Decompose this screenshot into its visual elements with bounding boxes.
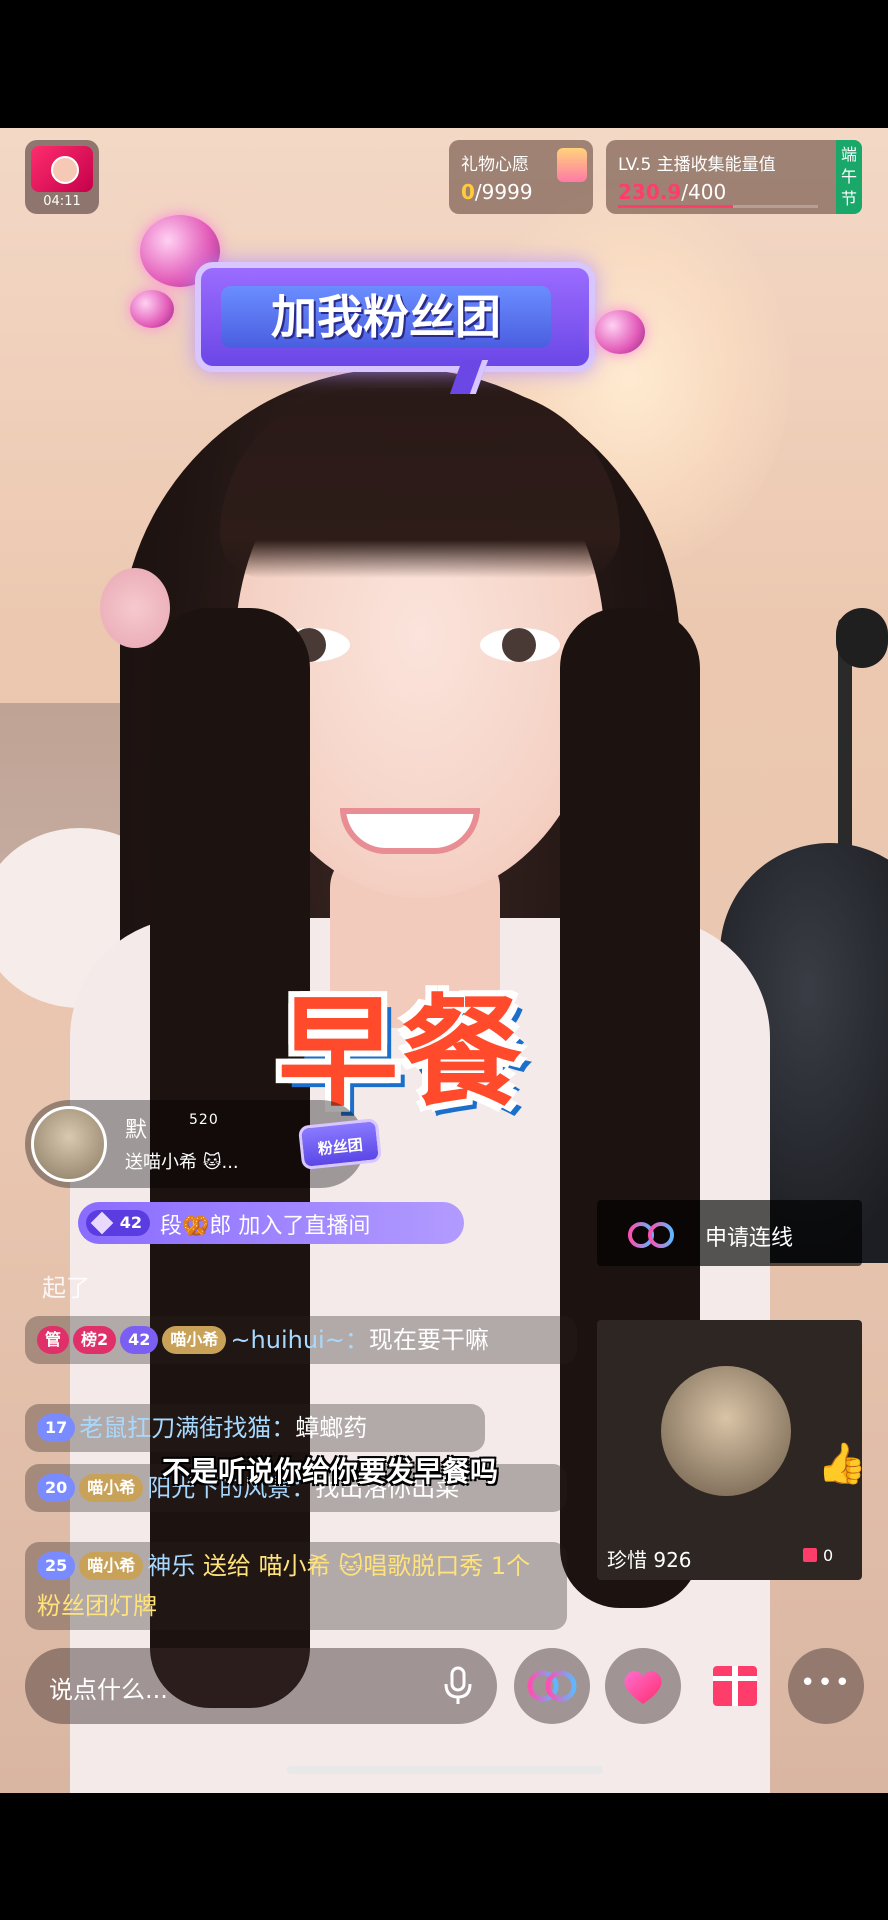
gift-button[interactable]	[697, 1648, 773, 1724]
link-button[interactable]	[514, 1648, 590, 1724]
cohost-avatar	[661, 1366, 791, 1496]
user-level-badge: 25	[37, 1552, 76, 1580]
fan-level-badge: 42	[120, 1326, 159, 1354]
rank-badge: 榜2	[73, 1326, 117, 1354]
join-fan-club-sticker: 加我粉丝团	[195, 262, 595, 394]
fan-club-badge: 喵小希	[162, 1326, 227, 1354]
fan-level-badge: 42	[86, 1210, 150, 1236]
gifter-name: 默	[125, 1118, 148, 1143]
cohost-gift-count: 0	[803, 1546, 833, 1565]
link-icon	[628, 1222, 674, 1248]
apply-link-button[interactable]: 申请连线	[597, 1200, 862, 1266]
chat-username[interactable]: ~huihui~：	[230, 1326, 368, 1354]
live-stream-screen: 04:11 礼物心愿 0/9999 LV.5 主播收集能量值 230.9/400…	[0, 0, 888, 1920]
energy-progress-bar	[618, 205, 818, 208]
comment-placeholder: 说点什么...	[49, 1676, 168, 1704]
gift-wish-title: 礼物心愿	[461, 155, 529, 175]
gift-icon	[713, 1666, 757, 1706]
join-message: 段🥨郎 加入了直播间	[160, 1214, 371, 1239]
cohost-name: 珍惜 926	[607, 1548, 692, 1572]
sticker-text: 加我粉丝团	[221, 286, 551, 348]
gift-notification[interactable]: 默 520 送喵小希 🐱... 粉丝团	[25, 1100, 383, 1188]
gift-wish-widget[interactable]: 礼物心愿 0/9999	[449, 140, 593, 214]
heart-icon	[624, 1670, 662, 1704]
chat-message[interactable]: 17 老鼠扛刀满街找猫：蟑螂药	[25, 1404, 485, 1452]
mic-icon[interactable]	[443, 1666, 473, 1706]
streamer-eye-right	[480, 628, 560, 662]
energy-value: 230.9/400	[618, 180, 727, 204]
comment-input[interactable]: 说点什么...	[25, 1648, 497, 1724]
admin-badge: 管	[37, 1326, 70, 1354]
user-level-badge: 17	[37, 1414, 76, 1442]
more-icon: •••	[799, 1668, 852, 1698]
thumbs-up-icon: 👍	[817, 1441, 862, 1487]
streamer-avatar-timer[interactable]: 04:11	[25, 140, 99, 214]
streamer-avatar[interactable]	[31, 146, 93, 192]
disco-ball-icon	[130, 290, 174, 328]
background-mic-head	[836, 608, 888, 668]
streamer-bangs	[220, 388, 620, 578]
user-level-badge: 20	[37, 1474, 76, 1502]
join-banner: 42 段🥨郎 加入了直播间	[78, 1202, 464, 1244]
home-indicator[interactable]	[287, 1766, 603, 1774]
video-subtitle: 不是听说你给你要发早餐吗	[161, 1455, 498, 1488]
gift-wish-count: 0/9999	[461, 180, 533, 204]
fan-club-badge: 喵小希	[79, 1552, 144, 1580]
gifter-level: 520	[189, 1112, 219, 1128]
like-button[interactable]	[605, 1648, 681, 1724]
energy-progress-fill	[618, 205, 734, 208]
stream-elapsed-time: 04:11	[43, 194, 81, 209]
disco-ball-icon	[595, 310, 645, 354]
gifter-avatar[interactable]	[31, 1106, 107, 1182]
apply-link-label: 申请连线	[705, 1226, 794, 1251]
energy-title: LV.5 主播收集能量值	[618, 155, 776, 175]
link-icon	[527, 1670, 577, 1702]
more-button[interactable]: •••	[788, 1648, 864, 1724]
gift-verb: 送给	[202, 1552, 251, 1580]
fan-club-gift-icon: 粉丝团	[297, 1117, 383, 1171]
gift-recipient: 喵小希 🐱	[258, 1552, 364, 1580]
chat-message[interactable]: 25 喵小希 神乐 送给 喵小希 🐱唱歌脱口秀 1个 粉丝团灯牌	[25, 1542, 567, 1630]
chat-text: 现在要干嘛	[368, 1326, 489, 1354]
festival-tag[interactable]: 端午节	[836, 140, 862, 214]
gift-action-text: 送喵小希 🐱...	[125, 1152, 239, 1173]
chat-text: 蟑螂药	[295, 1414, 368, 1442]
chat-username[interactable]: 神乐	[147, 1552, 195, 1580]
chat-message-faded: 起了	[42, 1274, 90, 1302]
gift-small-icon	[803, 1548, 817, 1562]
hair-flower	[100, 568, 170, 648]
gift-wish-icon	[557, 148, 587, 182]
cohost-window[interactable]: 👍 珍惜 926 0	[597, 1320, 862, 1580]
energy-widget[interactable]: LV.5 主播收集能量值 230.9/400	[606, 140, 862, 214]
chat-message[interactable]: 管榜2 42 喵小希 ~huihui~：现在要干嘛	[25, 1316, 577, 1364]
chat-username[interactable]: 老鼠扛刀满街找猫：	[79, 1414, 295, 1442]
